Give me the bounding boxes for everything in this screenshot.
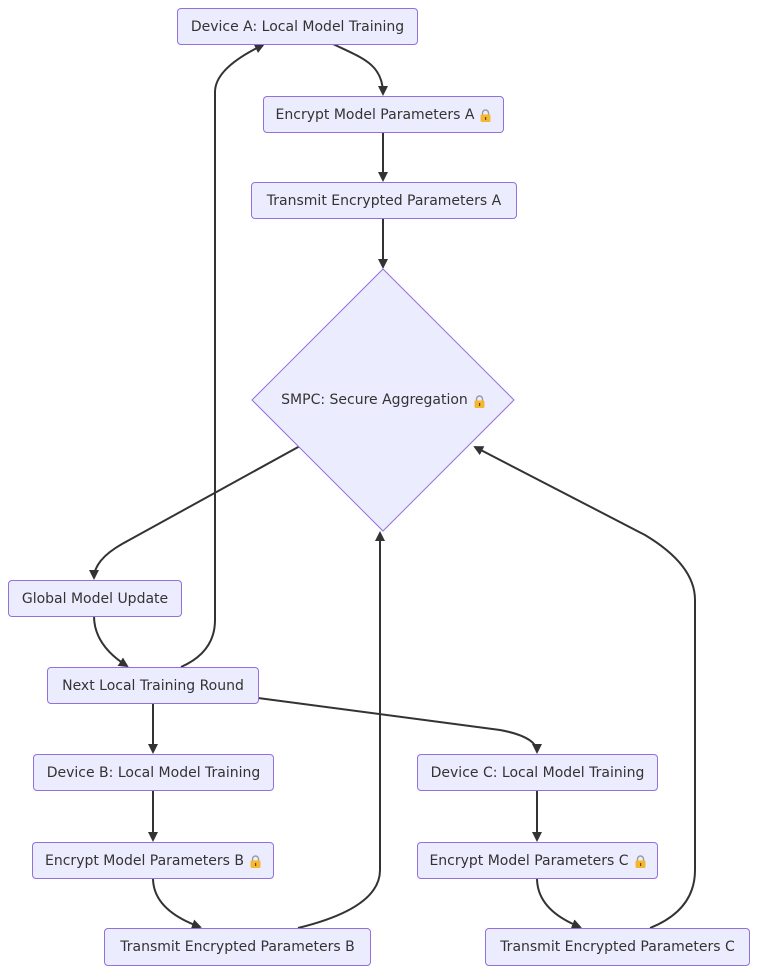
lock-icon [480,109,491,122]
node-device-a[interactable]: Device A: Local Model Training [177,8,418,45]
node-label: Device B: Local Model Training [46,764,261,781]
node-label: Transmit Encrypted Parameters B [120,939,355,955]
node-transmit-b[interactable]: Transmit Encrypted Parameters B [104,928,371,966]
node-encrypt-a[interactable]: Encrypt Model Parameters A [263,96,504,133]
lock-icon [635,855,646,868]
node-encrypt-b[interactable]: Encrypt Model Parameters B [32,842,274,879]
edge-global-update-to-next-round [93,615,129,668]
flowchart: Device A: Local Model Training Encrypt M… [0,0,758,974]
node-label: Device A: Local Model Training [190,18,405,35]
node-label: Device C: Local Model Training [430,764,645,781]
node-label: Next Local Training Round [62,677,244,694]
node-label: SMPC: Secure Aggregation [281,392,468,408]
edge-encrypt-c-to-transmit-c [536,877,582,929]
node-transmit-a[interactable]: Transmit Encrypted Parameters A [251,182,517,219]
node-label: Encrypt Model Parameters C [429,852,629,869]
node-label: Transmit Encrypted Parameters C [500,939,735,955]
lock-icon [250,855,261,868]
node-smpc[interactable]: SMPC: Secure Aggregation [252,390,514,410]
edge-next-round-to-device-a [180,43,265,668]
node-device-c[interactable]: Device C: Local Model Training [417,754,658,791]
node-global-update[interactable]: Global Model Update [8,580,182,617]
node-next-round[interactable]: Next Local Training Round [47,667,259,704]
node-transmit-c[interactable]: Transmit Encrypted Parameters C [485,928,750,966]
node-encrypt-c[interactable]: Encrypt Model Parameters C [417,842,658,879]
node-device-b[interactable]: Device B: Local Model Training [33,754,274,791]
edges-layer [89,43,696,929]
edge-device-a-to-encrypt-a [332,43,388,96]
edge-transmit-b-to-smpc [297,531,385,929]
node-label: Encrypt Model Parameters B [45,852,244,869]
lock-icon [474,394,485,408]
edge-smpc-to-global-update [89,445,301,580]
node-label: Global Model Update [21,590,169,607]
node-label: Transmit Encrypted Parameters A [266,192,502,209]
edge-encrypt-b-to-transmit-b [152,877,202,929]
edge-next-round-to-device-c [257,697,542,754]
node-label: Encrypt Model Parameters A [275,106,475,123]
